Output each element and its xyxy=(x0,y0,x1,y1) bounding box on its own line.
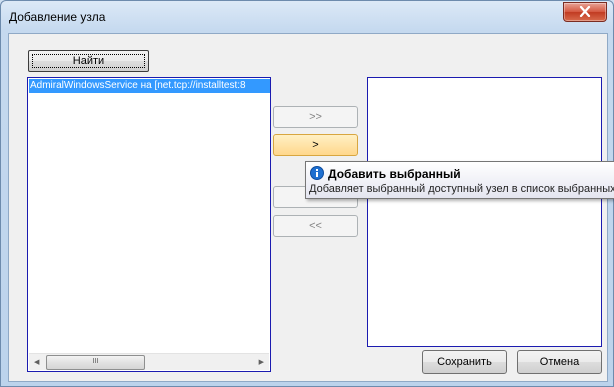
add-selected-button[interactable]: > xyxy=(273,134,358,156)
title-bar[interactable]: Добавление узла xyxy=(1,1,613,33)
cancel-button-label: Отмена xyxy=(539,356,580,368)
scrollbar-grip: III xyxy=(92,358,99,365)
scroll-right-icon[interactable]: ▶ xyxy=(259,358,264,366)
tooltip-title: Добавить выбранный xyxy=(328,167,461,181)
save-button[interactable]: Сохранить xyxy=(422,350,507,374)
tooltip-text: Добавляет выбранный доступный узел в спи… xyxy=(309,183,614,195)
selected-nodes-list[interactable] xyxy=(367,77,602,347)
add-selected-button-label: > xyxy=(312,139,319,151)
add-all-button[interactable]: >> xyxy=(273,106,358,128)
close-button[interactable] xyxy=(563,2,607,22)
scroll-left-icon[interactable]: ◀ xyxy=(34,358,39,366)
info-icon xyxy=(310,166,324,180)
horizontal-scrollbar[interactable]: ◀ III ▶ xyxy=(29,353,269,370)
scrollbar-thumb[interactable]: III xyxy=(46,355,145,370)
cancel-button[interactable]: Отмена xyxy=(517,350,602,374)
available-nodes-list[interactable]: AdmiralWindowsService на [net.tcp://inst… xyxy=(27,77,271,372)
find-button[interactable]: Найти xyxy=(28,50,149,72)
save-button-label: Сохранить xyxy=(437,356,492,368)
add-all-button-label: >> xyxy=(309,111,322,123)
close-icon xyxy=(579,6,591,17)
window-title: Добавление узла xyxy=(9,10,106,24)
remove-all-button-label: << xyxy=(309,220,322,232)
focus-rectangle xyxy=(32,54,145,68)
remove-all-button[interactable]: << xyxy=(273,215,358,237)
tooltip: Добавить выбранный Добавляет выбранный д… xyxy=(305,161,614,199)
dialog-content: Найти AdmiralWindowsService на [net.tcp:… xyxy=(8,33,608,382)
list-item[interactable]: AdmiralWindowsService на [net.tcp://inst… xyxy=(29,79,270,93)
